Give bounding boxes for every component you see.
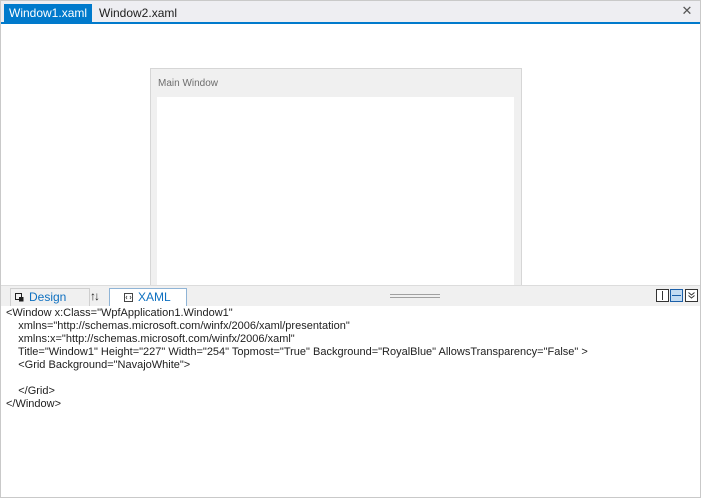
tab-window1-xaml[interactable]: Window1.xaml [4, 4, 93, 22]
editor-frame: Window1.xaml Window2.xaml ✕ Main Window … [0, 0, 701, 498]
design-view-icon [15, 293, 24, 302]
code-line: xmlns="http://schemas.microsoft.com/winf… [6, 320, 350, 332]
split-view-bar: Design ↑↓ XAML [1, 285, 700, 306]
xaml-code-editor[interactable]: <Window x:Class="WpfApplication1.Window1… [1, 306, 700, 497]
tab-design-label: Design [29, 290, 67, 304]
code-line: Title="Window1" Height="227" Width="254"… [6, 346, 588, 358]
close-icon[interactable]: ✕ [680, 4, 694, 18]
designer-window-client-area[interactable] [157, 97, 514, 285]
splitter-grip[interactable] [390, 294, 440, 298]
tab-xaml[interactable]: XAML [109, 288, 187, 306]
code-line: xmlns:x="http://schemas.microsoft.com/wi… [6, 333, 295, 345]
swap-panes-icon[interactable]: ↑↓ [90, 289, 100, 303]
tab-xaml-label: XAML [138, 290, 171, 304]
tab-design[interactable]: Design [10, 288, 90, 306]
collapse-pane-icon[interactable] [685, 289, 698, 302]
code-line: </Grid> [6, 385, 55, 397]
code-text: <Window x:Class="WpfApplication1.Window1… [6, 307, 588, 411]
vertical-split-icon[interactable] [656, 289, 669, 302]
code-line: <Grid Background="NavajoWhite"> [6, 359, 191, 371]
design-surface[interactable]: Main Window [1, 24, 700, 285]
document-tab-strip: Window1.xaml Window2.xaml ✕ [1, 1, 700, 24]
horizontal-split-icon[interactable] [670, 289, 683, 302]
designer-window-preview[interactable]: Main Window [150, 68, 522, 285]
designer-window-title: Main Window [158, 78, 219, 89]
code-line: </Window> [6, 398, 62, 410]
tab-window2-xaml[interactable]: Window2.xaml [94, 4, 182, 22]
code-line: <Window x:Class="WpfApplication1.Window1… [6, 307, 233, 319]
xaml-view-icon [124, 293, 133, 302]
